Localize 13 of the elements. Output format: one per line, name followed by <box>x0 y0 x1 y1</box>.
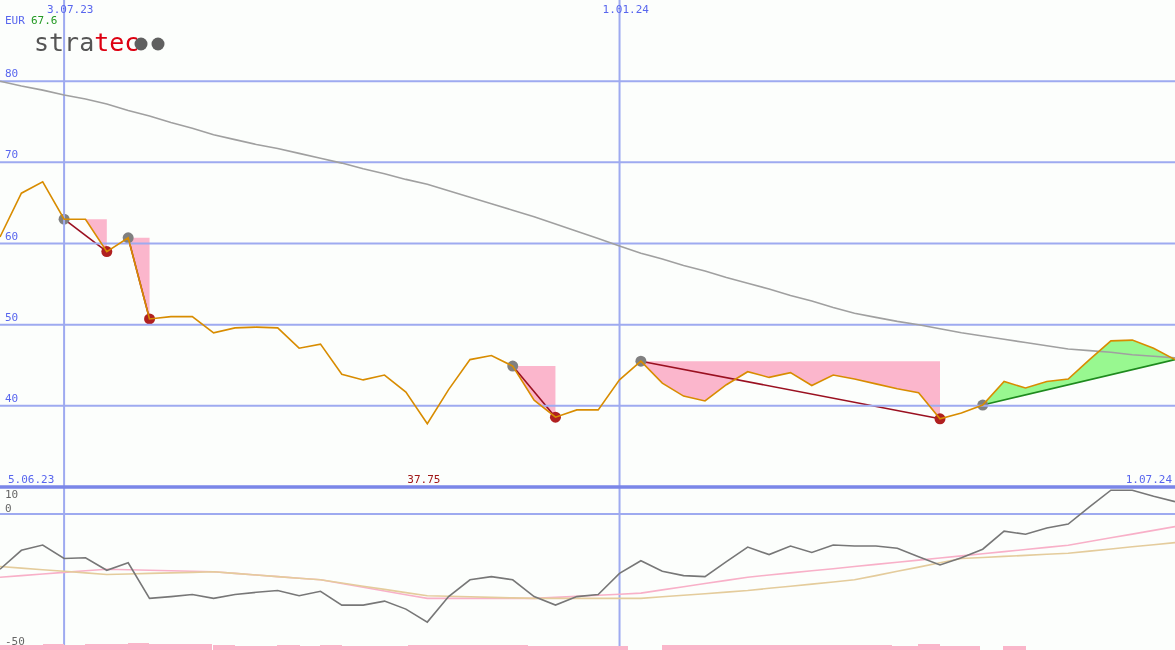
last-value: 67.6 <box>31 14 58 27</box>
scale-label: 10 <box>5 488 19 501</box>
axis-label: 80 <box>5 67 19 81</box>
date-label: 1.07.24 <box>1125 473 1172 486</box>
axis-label: 60 <box>5 229 19 243</box>
axis-label: 70 <box>5 148 19 162</box>
currency-label: EUR <box>5 14 25 27</box>
axis-label: 40 <box>5 391 19 405</box>
date-label: 5.06.23 <box>8 473 55 486</box>
axis-label: 0 <box>5 502 12 515</box>
axis-label: 50 <box>5 310 19 324</box>
low-value: 37.75 <box>407 473 441 486</box>
axis-label: -50 <box>5 635 25 648</box>
